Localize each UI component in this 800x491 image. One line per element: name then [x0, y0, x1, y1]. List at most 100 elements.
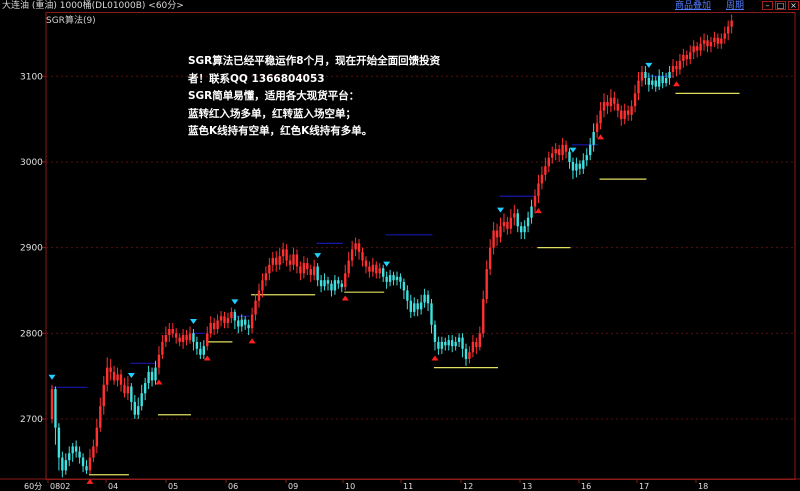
candle-body [368, 266, 371, 272]
candle-body [123, 384, 126, 394]
close-icon[interactable]: × [788, 1, 799, 10]
candle-body [461, 337, 464, 349]
candle-body [81, 457, 85, 467]
x-tick-label: 12 [463, 482, 473, 491]
candle-body [302, 263, 306, 274]
x-tick-label: 16 [581, 482, 591, 491]
candle-body [599, 110, 602, 124]
candle-body [526, 217, 530, 227]
candle-body [330, 283, 333, 291]
candle-body [523, 226, 526, 233]
candle-body [406, 290, 409, 301]
candle-body [278, 256, 281, 265]
candle-body [713, 37, 716, 42]
candle-body [602, 101, 606, 111]
candle-body [61, 457, 64, 471]
candle-body [281, 249, 285, 257]
candle-body [250, 314, 254, 329]
candle-body [702, 40, 706, 44]
candle-body [640, 71, 644, 81]
candle-body [392, 275, 395, 281]
sell-marker [645, 62, 653, 68]
candle-body [309, 269, 312, 276]
candle-body [723, 33, 726, 39]
candle-body [195, 341, 199, 349]
period-button[interactable]: 周期 [726, 0, 744, 12]
x-tick-label: 18 [698, 482, 708, 491]
sell-marker [127, 373, 135, 379]
candle-body [337, 280, 340, 284]
buy-marker [341, 295, 349, 301]
candle-body [185, 335, 188, 341]
candle-body [116, 374, 119, 381]
candle-body [268, 264, 271, 274]
candle-body [50, 389, 54, 420]
candle-body [137, 406, 140, 415]
candle-body [499, 226, 502, 238]
candle-body [161, 341, 164, 355]
candle-body [226, 317, 230, 324]
candle-body [402, 281, 406, 291]
candle-body [589, 144, 592, 156]
candle-body [168, 329, 171, 336]
candle-body [699, 43, 702, 51]
candle-body [371, 264, 375, 272]
candle-body [613, 97, 616, 104]
candle-body [692, 46, 695, 53]
candle-body [264, 273, 268, 281]
candle-body [537, 183, 540, 197]
x-tick-label: 10 [345, 482, 355, 491]
x-tick-label: 11 [403, 482, 413, 491]
candle-body [244, 319, 247, 325]
candle-body [488, 247, 492, 270]
candle-body [247, 324, 250, 329]
candle-body [495, 230, 499, 238]
candle-body [237, 320, 240, 327]
candle-body [375, 264, 378, 274]
candle-body [319, 280, 323, 287]
candle-body [544, 166, 547, 175]
candle-body [671, 65, 675, 72]
candle-body [99, 406, 102, 428]
candle-body [578, 163, 582, 169]
annotation-line: 者！联系QQ 1366804053 [188, 72, 325, 85]
candle-body [716, 37, 720, 44]
candle-body [709, 41, 713, 47]
sell-marker [383, 261, 391, 267]
candle-body [630, 106, 633, 115]
candle-body [661, 76, 664, 84]
candle-body [364, 260, 368, 267]
candle-body [557, 149, 561, 156]
candle-body [433, 324, 437, 342]
candle-body [561, 144, 564, 156]
candle-body [626, 110, 630, 115]
candle-body [275, 257, 278, 265]
candle-body [147, 371, 150, 384]
indicator-label: SGR算法(9) [46, 16, 96, 26]
candle-body [475, 341, 478, 348]
candle-body [706, 40, 709, 47]
candle-body [223, 316, 226, 324]
candle-body [102, 384, 105, 407]
candle-body [485, 269, 488, 300]
candle-body [447, 340, 450, 346]
candle-body [606, 101, 609, 107]
candle-body [57, 427, 61, 458]
candle-body [609, 97, 613, 107]
title-bar: 大连油 (重油) 1000桶(DL01000B) <60分> 商品叠加 周期 –… [0, 0, 800, 12]
candle-body [171, 329, 174, 334]
minimize-icon[interactable]: – [762, 1, 773, 10]
candle-body [520, 226, 523, 233]
annotation-line: SGR简单易懂，适用各大现货平台： [188, 90, 360, 102]
candle-body [437, 341, 440, 349]
x-tick-label: 06 [228, 482, 238, 491]
candle-body [199, 348, 202, 355]
overlay-button[interactable]: 商品叠加 [675, 0, 711, 12]
candle-body [647, 77, 651, 85]
candle-body [347, 260, 350, 274]
candle-body [730, 20, 733, 27]
candle-body [175, 333, 178, 338]
restore-icon[interactable]: □ [775, 1, 786, 10]
chart-title: 大连油 (重油) 1000桶(DL01000B) <60分> [2, 1, 184, 11]
candle-body [416, 303, 419, 310]
